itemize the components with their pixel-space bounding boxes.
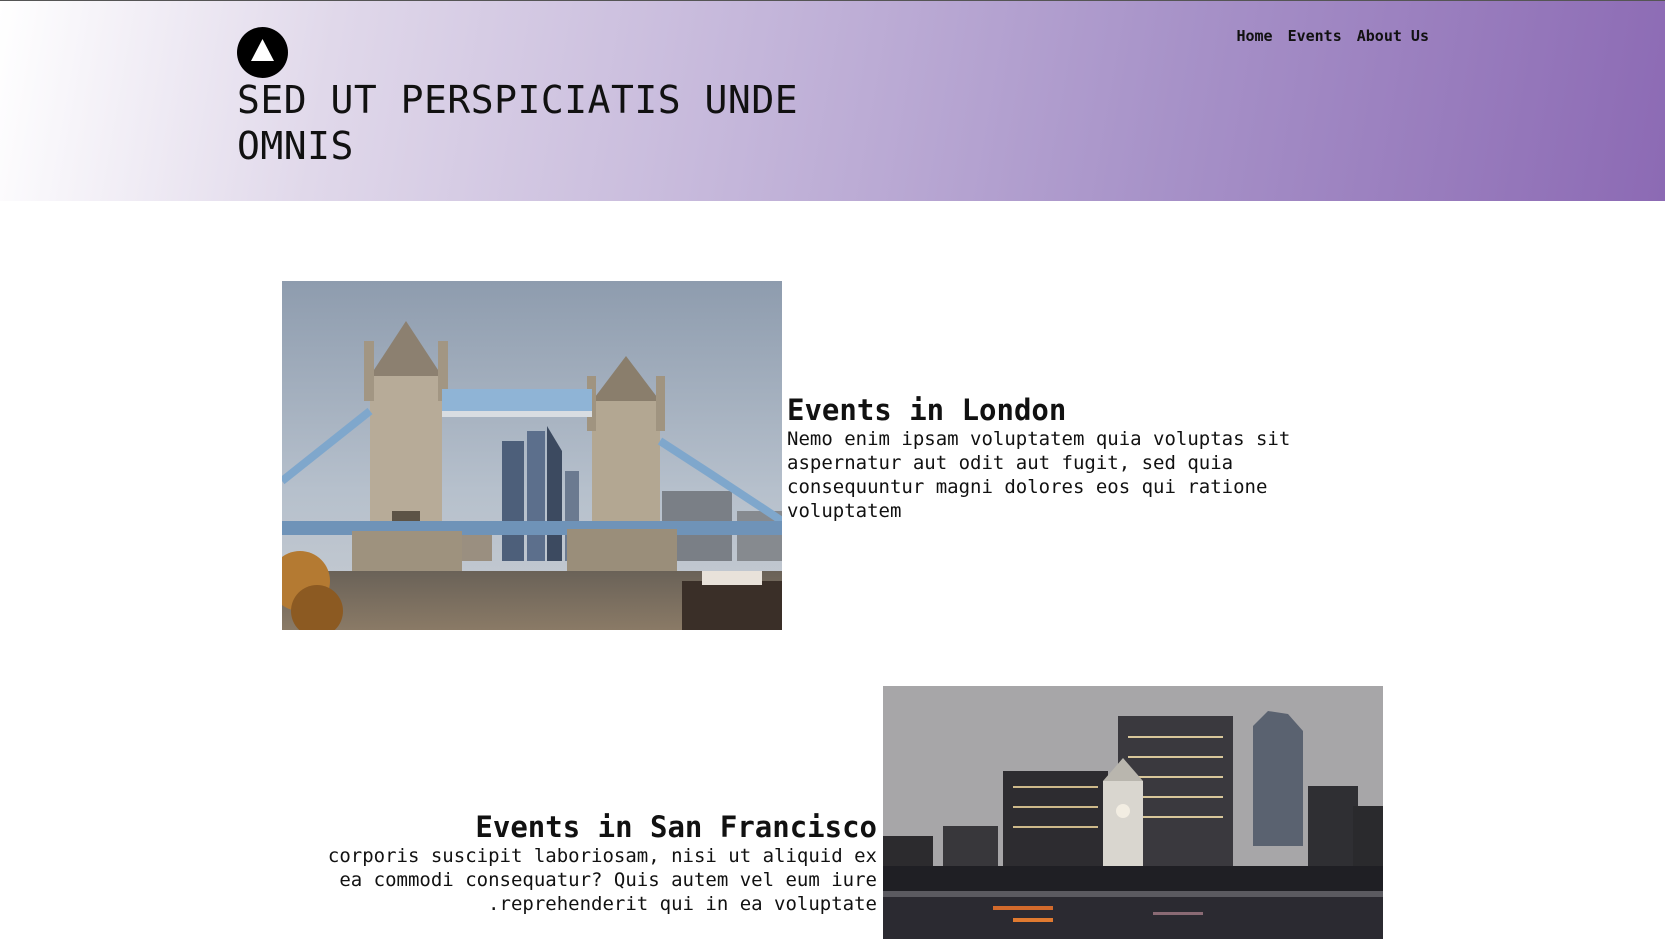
london-event-text: Events in London Nemo enim ipsam volupta… [787,393,1347,523]
london-event-description: Nemo enim ipsam voluptatem quia voluptas… [787,428,1291,522]
main-nav: Home Events About Us [1236,27,1429,45]
nav-link-home[interactable]: Home [1236,27,1272,45]
sf-event-description: corporis suscipit laboriosam, nisi ut al… [327,845,877,915]
nav-link-about-us[interactable]: About Us [1357,27,1429,45]
page-title: SED UT PERSPICIATIS UNDE OMNIS [237,78,799,168]
triangle-icon [251,39,274,61]
san-francisco-event-image [883,686,1383,939]
london-event-image [282,281,782,630]
sf-event-text: Events in San Francisco corporis suscipi… [300,810,877,916]
site-logo[interactable] [237,27,288,78]
site-header: SED UT PERSPICIATIS UNDE OMNIS Home Even… [0,0,1665,201]
nav-link-events[interactable]: Events [1288,27,1342,45]
sf-event-title[interactable]: Events in San Francisco [300,810,877,844]
london-event-title[interactable]: Events in London [787,393,1347,427]
